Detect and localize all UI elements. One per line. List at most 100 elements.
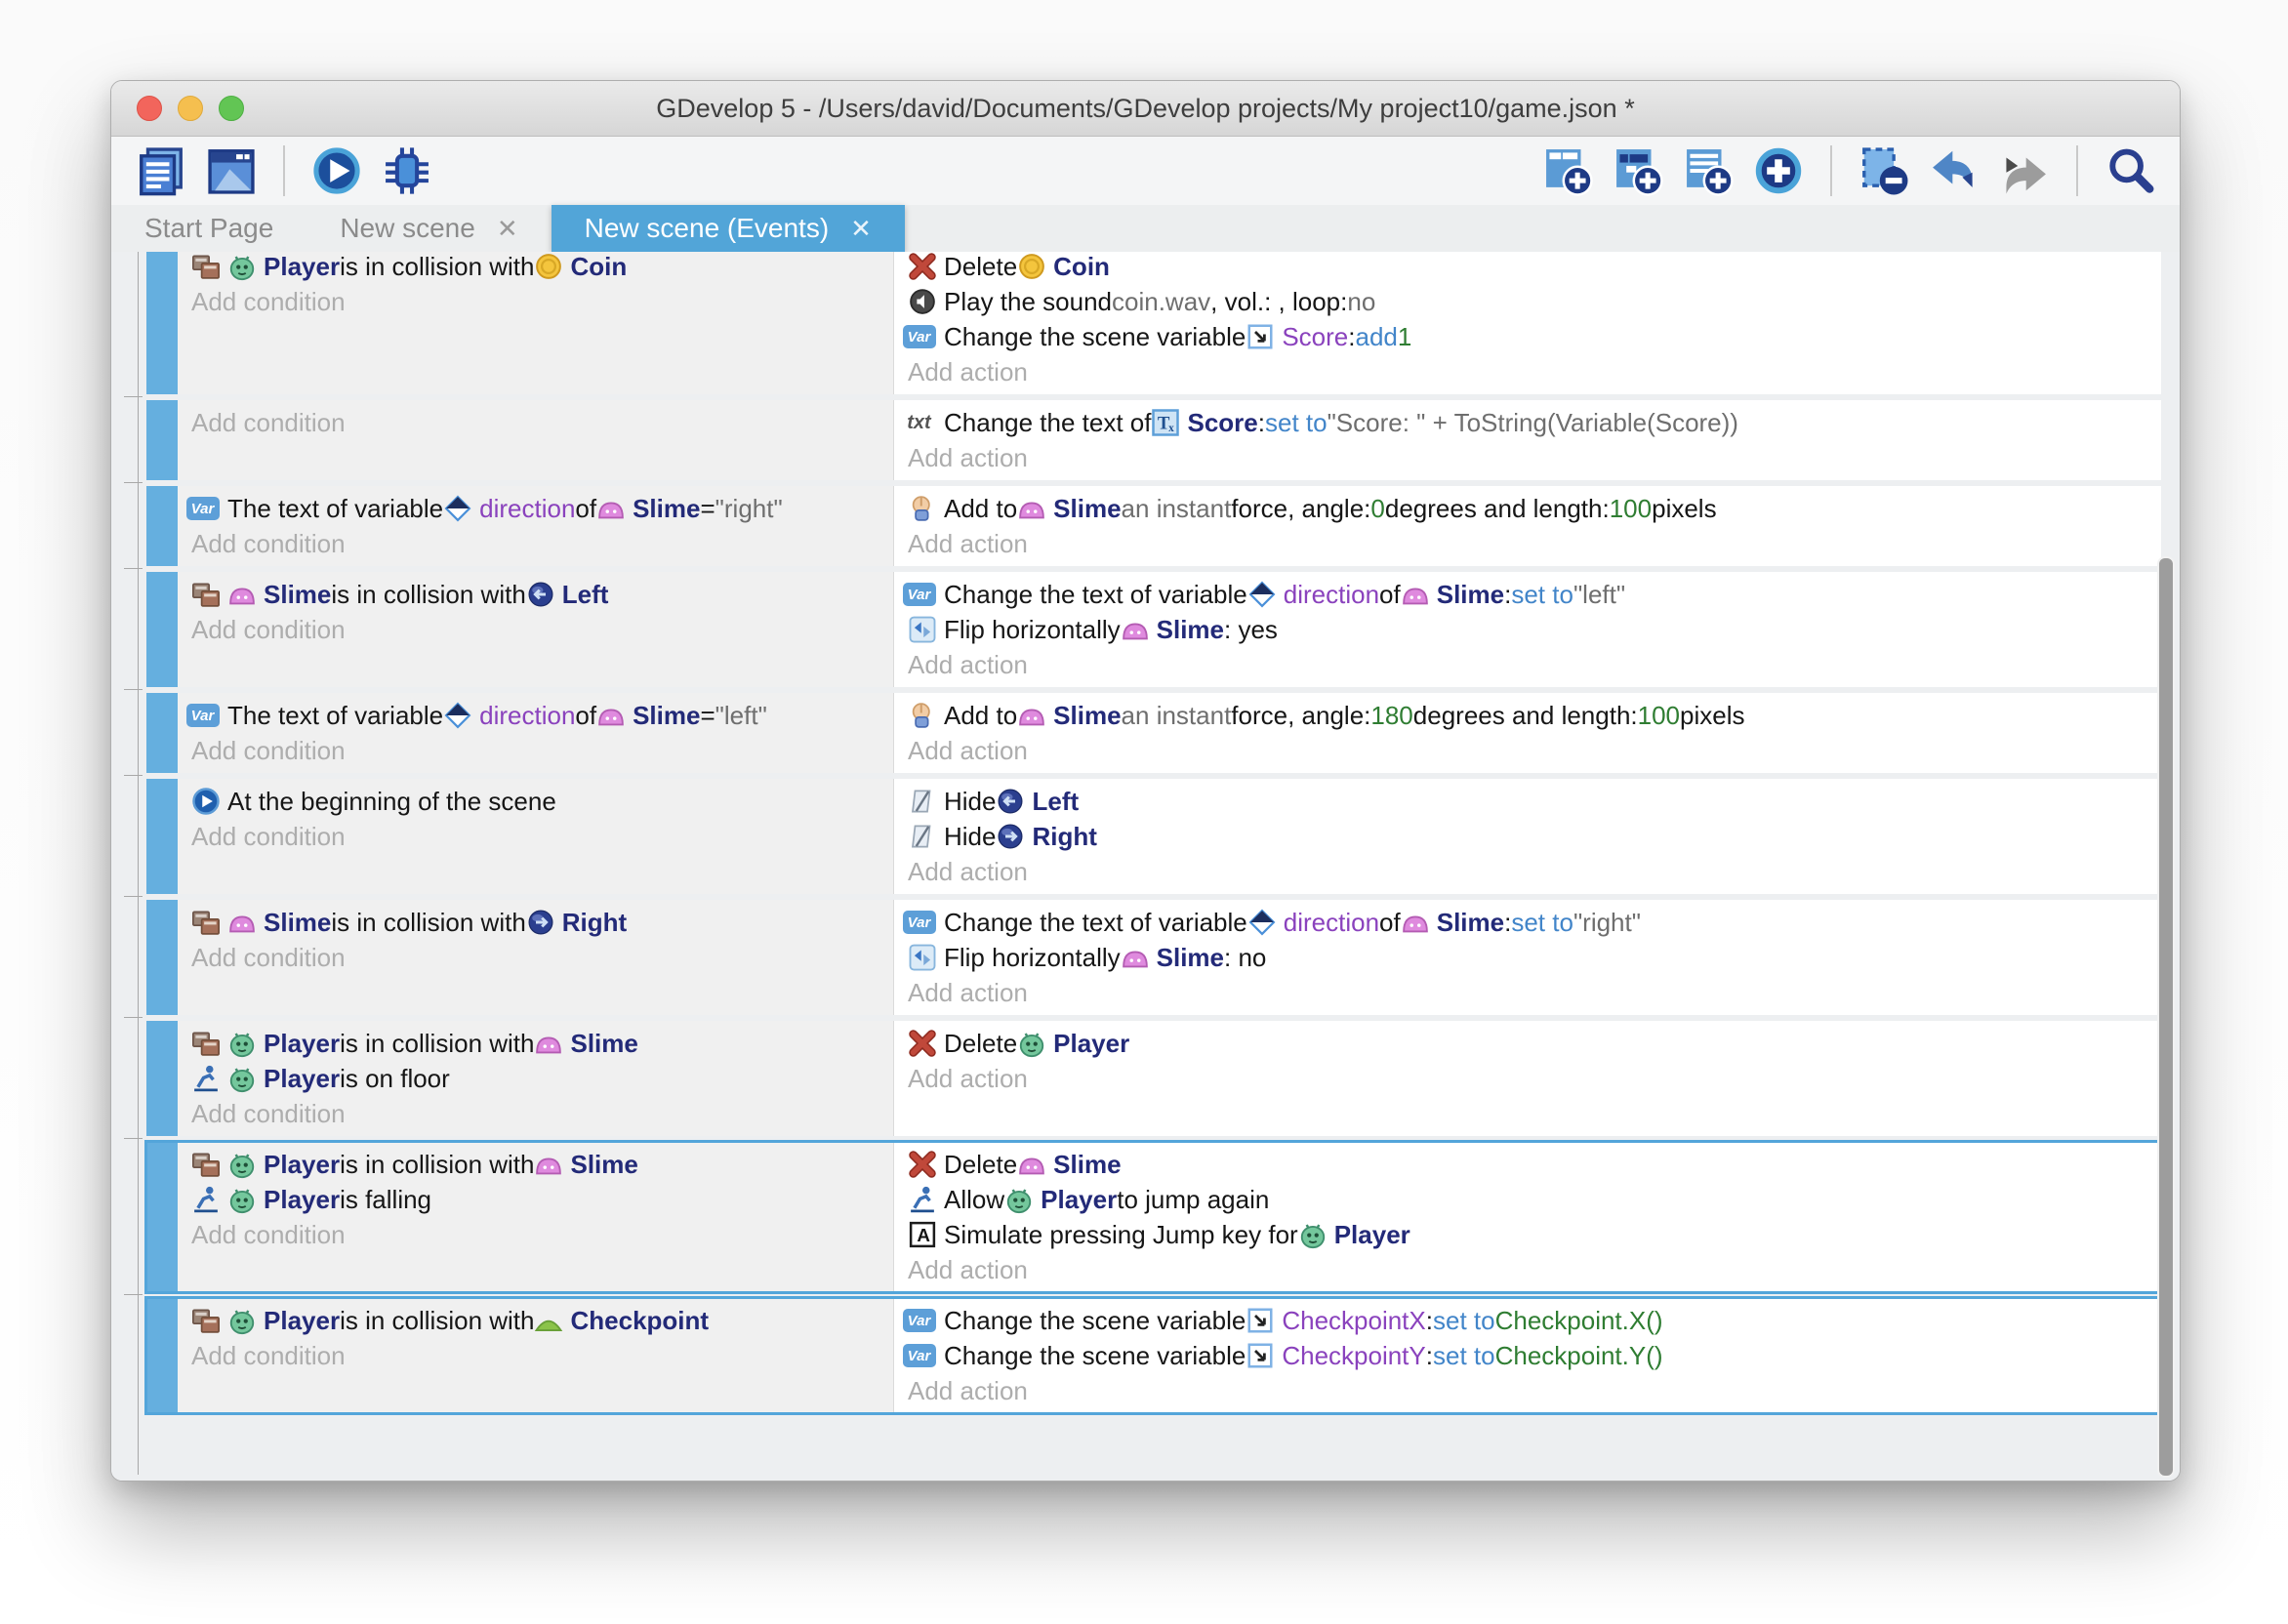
add-action-button[interactable]: Add action — [894, 1061, 2161, 1096]
event-row[interactable]: Add conditiontxtChange the text of TxSco… — [146, 400, 2161, 480]
event-row[interactable]: Player is in collision with CoinAdd cond… — [146, 252, 2161, 394]
event-row[interactable]: Slime is in collision with LeftAdd condi… — [146, 572, 2161, 687]
event-drag-handle[interactable] — [146, 486, 178, 566]
event-drag-handle[interactable] — [146, 400, 178, 480]
add-condition-button[interactable]: Add condition — [178, 284, 893, 319]
add-action-button[interactable]: Add action — [894, 733, 2161, 768]
condition-line[interactable]: VarThe text of variable direction of Sli… — [178, 491, 893, 526]
action-line[interactable]: VarChange the scene variable CheckpointY… — [894, 1338, 2161, 1373]
segment-val: 0 — [1370, 494, 1384, 524]
condition-line[interactable]: Player is in collision with Checkpoint — [178, 1303, 893, 1338]
add-action-button[interactable]: Add action — [894, 1252, 2161, 1287]
add-action-button[interactable]: Add action — [894, 440, 2161, 475]
zoom-window-button[interactable] — [219, 96, 244, 121]
event-row[interactable]: Player is in collision with SlimePlayer … — [146, 1142, 2161, 1292]
add-circle-icon[interactable] — [1750, 142, 1807, 199]
segment-text: is in collision with — [340, 1150, 534, 1180]
action-line[interactable]: ASimulate pressing Jump key for Player — [894, 1217, 2161, 1252]
add-condition-button[interactable]: Add condition — [178, 940, 893, 975]
add-action-button[interactable]: Add action — [894, 647, 2161, 682]
play-icon[interactable] — [308, 142, 365, 199]
conditions-column: Slime is in collision with LeftAdd condi… — [178, 572, 894, 687]
add-comment-icon[interactable] — [1680, 142, 1736, 199]
scene-editor-icon[interactable] — [203, 142, 260, 199]
condition-line[interactable]: Slime is in collision with Right — [178, 905, 893, 940]
action-line[interactable]: Delete Coin — [894, 252, 2161, 284]
event-drag-handle[interactable] — [146, 252, 178, 394]
event-drag-handle[interactable] — [146, 1021, 178, 1136]
delete-event-icon[interactable] — [1856, 142, 1912, 199]
undo-icon[interactable] — [1926, 142, 1982, 199]
event-drag-handle[interactable] — [146, 779, 178, 894]
add-condition-button[interactable]: Add condition — [178, 1096, 893, 1131]
action-line[interactable]: Allow Player to jump again — [894, 1182, 2161, 1217]
platformer-icon — [191, 1185, 221, 1214]
add-condition-button[interactable]: Add condition — [178, 819, 893, 854]
condition-line[interactable]: VarThe text of variable direction of Sli… — [178, 698, 893, 733]
add-event-icon[interactable] — [1539, 142, 1596, 199]
segment-text: of — [575, 701, 596, 731]
action-line[interactable]: Hide Left — [894, 784, 2161, 819]
delete-icon — [908, 252, 937, 281]
add-action-button[interactable]: Add action — [894, 854, 2161, 889]
action-line[interactable]: Play the sound coin.wav, vol.: , loop: n… — [894, 284, 2161, 319]
add-condition-button[interactable]: Add condition — [178, 733, 893, 768]
add-action-button[interactable]: Add action — [894, 975, 2161, 1010]
add-condition-button[interactable]: Add condition — [178, 1338, 893, 1373]
action-line[interactable]: Delete Player — [894, 1026, 2161, 1061]
debug-icon[interactable] — [379, 142, 435, 199]
segment-dim: an instant — [1122, 701, 1232, 731]
condition-line[interactable]: Player is in collision with Slime — [178, 1147, 893, 1182]
condition-line[interactable]: Player is in collision with Slime — [178, 1026, 893, 1061]
action-line[interactable]: txtChange the text of TxScore: set to "S… — [894, 405, 2161, 440]
event-drag-handle[interactable] — [146, 900, 178, 1015]
tab-new-scene-events[interactable]: New scene (Events)✕ — [552, 205, 905, 252]
action-line[interactable]: Hide Right — [894, 819, 2161, 854]
tab-close-icon[interactable]: ✕ — [497, 214, 518, 244]
event-drag-handle[interactable] — [146, 693, 178, 773]
add-condition-button[interactable]: Add condition — [178, 612, 893, 647]
add-condition-button[interactable]: Add condition — [178, 1217, 893, 1252]
action-line[interactable]: Flip horizontally Slime : no — [894, 940, 2161, 975]
tab-close-icon[interactable]: ✕ — [850, 214, 872, 244]
event-drag-handle[interactable] — [146, 1298, 178, 1413]
add-action-button[interactable]: Add action — [894, 526, 2161, 561]
condition-line[interactable]: Player is falling — [178, 1182, 893, 1217]
add-action-button[interactable]: Add action — [894, 1373, 2161, 1408]
event-row[interactable]: At the beginning of the sceneAdd conditi… — [146, 779, 2161, 894]
action-line[interactable]: VarChange the scene variable Score: add … — [894, 319, 2161, 354]
action-line[interactable]: VarChange the text of variable direction… — [894, 577, 2161, 612]
tab-new-scene[interactable]: New scene✕ — [306, 205, 551, 252]
flip-icon — [908, 615, 937, 644]
vertical-scrollbar[interactable] — [2157, 556, 2175, 1478]
project-manager-icon[interactable] — [133, 142, 189, 199]
action-line[interactable]: Add to Slime an instant force, angle: 18… — [894, 698, 2161, 733]
action-line[interactable]: Delete Slime — [894, 1147, 2161, 1182]
add-condition-button[interactable]: Add condition — [178, 405, 893, 440]
search-icon[interactable] — [2102, 142, 2158, 199]
action-line[interactable]: Flip horizontally Slime : yes — [894, 612, 2161, 647]
action-line[interactable]: Add to Slime an instant force, angle: 0 … — [894, 491, 2161, 526]
minimize-window-button[interactable] — [178, 96, 203, 121]
condition-line[interactable]: Player is on floor — [178, 1061, 893, 1096]
action-line[interactable]: VarChange the text of variable direction… — [894, 905, 2161, 940]
add-subevent-icon[interactable] — [1610, 142, 1666, 199]
condition-line[interactable]: Player is in collision with Coin — [178, 252, 893, 284]
condition-line[interactable]: At the beginning of the scene — [178, 784, 893, 819]
event-drag-handle[interactable] — [146, 572, 178, 687]
event-row[interactable]: Slime is in collision with RightAdd cond… — [146, 900, 2161, 1015]
event-row[interactable]: VarThe text of variable direction of Sli… — [146, 693, 2161, 773]
event-row[interactable]: VarThe text of variable direction of Sli… — [146, 486, 2161, 566]
actions-column: Add to Slime an instant force, angle: 0 … — [894, 486, 2161, 566]
close-window-button[interactable] — [137, 96, 162, 121]
redo-icon[interactable] — [1996, 142, 2053, 199]
action-line[interactable]: VarChange the scene variable CheckpointX… — [894, 1303, 2161, 1338]
add-condition-button[interactable]: Add condition — [178, 526, 893, 561]
event-row[interactable]: Player is in collision with SlimePlayer … — [146, 1021, 2161, 1136]
event-row[interactable]: Player is in collision with CheckpointAd… — [146, 1298, 2161, 1413]
condition-line[interactable]: Slime is in collision with Left — [178, 577, 893, 612]
event-drag-handle[interactable] — [146, 1142, 178, 1292]
scenevar-icon — [1246, 322, 1275, 351]
add-action-button[interactable]: Add action — [894, 354, 2161, 389]
tab-start-page[interactable]: Start Page — [111, 205, 306, 252]
